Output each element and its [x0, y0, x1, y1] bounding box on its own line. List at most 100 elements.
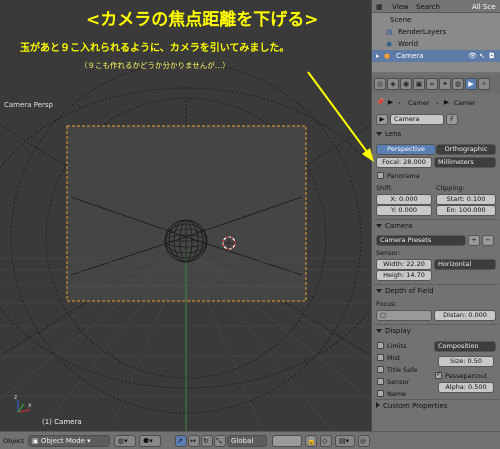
outliner-header: ▦ View Search All Sce — [372, 0, 500, 13]
title-safe-checkbox[interactable] — [377, 366, 384, 373]
mist-label: Mist — [387, 354, 401, 362]
sensor-width-field[interactable]: Width: 22.20 — [376, 259, 432, 270]
title-safe-label: Title Safe — [387, 366, 418, 374]
focus-object-field[interactable]: ▢ — [376, 310, 432, 321]
orthographic-toggle[interactable]: Orthographic — [436, 144, 496, 155]
collapse-triangle-icon — [376, 289, 382, 293]
limits-label: Limits — [387, 342, 407, 350]
display-section-header[interactable]: Display — [374, 327, 499, 338]
dof-section-header[interactable]: Depth of Field — [374, 287, 499, 298]
passepartout-checkbox[interactable] — [435, 370, 442, 379]
lens-units-dropdown[interactable]: Millimeters — [434, 157, 496, 168]
outliner-row-renderlayers[interactable]: ▤ RenderLayers — [372, 26, 500, 38]
passepartout-alpha-field[interactable]: Alpha: 0.500 — [438, 382, 494, 393]
orientation-dropdown[interactable]: Global — [227, 435, 267, 447]
view3d-header: Object ▣ Object Mode ▾ ◍▾ ⚈▾ ↗ ↔ ↻ ⤡ Glo… — [0, 431, 500, 449]
viewport-title: Camera Persp — [4, 101, 53, 109]
properties-panel: ▦ View Search All Sce Scene ▤ RenderLaye… — [371, 0, 500, 431]
render-camera-icon[interactable]: ◘ — [489, 52, 495, 60]
sensor-label: Sensor: — [376, 249, 401, 257]
divider — [374, 219, 499, 220]
clipping-label: Clipping: — [436, 184, 465, 192]
tab-render-icon[interactable]: ◎ — [374, 78, 386, 90]
panorama-label: Panorama — [387, 172, 420, 180]
focal-length-field[interactable]: Focal: 28.000 — [376, 157, 432, 168]
sensor-height-field[interactable]: Heigh: 14.70 — [376, 270, 432, 281]
divider — [374, 284, 499, 285]
focus-distance-field[interactable]: Distan: 0.000 — [434, 310, 496, 321]
divider — [374, 324, 499, 325]
limits-checkbox[interactable] — [377, 342, 384, 349]
sensor-checkbox[interactable] — [377, 378, 384, 385]
shift-label: Shift: — [376, 184, 393, 192]
camera-section-header[interactable]: Camera — [374, 222, 499, 233]
menu-view[interactable]: View — [392, 3, 409, 11]
breadcrumb-object-label[interactable]: Camer — [408, 99, 430, 107]
mode-cube-icon: ▣ — [32, 437, 41, 445]
sensor-fit-dropdown[interactable]: Horizontal — [434, 259, 496, 270]
focus-label: Focus: — [376, 300, 397, 308]
expand-triangle-icon — [376, 402, 380, 408]
pin-icon[interactable]: 📌 — [376, 98, 384, 106]
shading-dropdown[interactable]: ◍▾ — [114, 435, 136, 447]
rotate-icon[interactable]: ↻ — [201, 435, 213, 447]
name-checkbox[interactable] — [377, 390, 384, 397]
camera-presets-dropdown[interactable]: Camera Presets — [376, 235, 466, 246]
custom-properties-header[interactable]: Custom Properties — [374, 402, 499, 413]
breadcrumb-data-label[interactable]: Camer — [454, 99, 476, 107]
outliner-row-world[interactable]: ◉ World — [372, 38, 500, 50]
datablock-browse-icon[interactable]: ▶ — [376, 114, 388, 125]
tab-constraints-icon[interactable]: ∞ — [426, 78, 438, 90]
snap-element-dropdown[interactable]: ▤▾ — [335, 435, 355, 447]
tab-modifiers-icon[interactable]: ✦ — [439, 78, 451, 90]
layers-grid[interactable] — [272, 435, 302, 447]
object-menu[interactable]: Object — [3, 437, 24, 445]
tab-object-icon[interactable]: ▣ — [413, 78, 425, 90]
tab-physics-icon[interactable]: ◍ — [452, 78, 464, 90]
tab-camera-data-icon[interactable]: ▶ — [465, 78, 477, 90]
menu-search[interactable]: Search — [416, 3, 440, 11]
passepartout-label: Passepartout — [445, 372, 488, 380]
perspective-toggle[interactable]: Perspective — [376, 144, 436, 155]
outliner: ▦ View Search All Sce Scene ▤ RenderLaye… — [372, 0, 500, 72]
remove-preset-icon[interactable]: − — [482, 235, 494, 246]
snap-magnet-icon[interactable]: ◇ — [320, 435, 332, 447]
panorama-checkbox[interactable] — [377, 172, 384, 179]
visibility-eye-icon[interactable]: 👁 — [468, 52, 477, 60]
tab-world-icon[interactable]: ◉ — [400, 78, 412, 90]
outliner-row-scene[interactable]: Scene — [372, 14, 500, 26]
select-arrow-icon[interactable]: ↖ — [479, 52, 485, 60]
add-preset-icon[interactable]: + — [468, 235, 480, 246]
scenes-dropdown[interactable]: All Sce — [472, 3, 496, 11]
translate-icon[interactable]: ↔ — [188, 435, 200, 447]
divider — [374, 399, 499, 400]
pivot-dropdown[interactable]: ⚈▾ — [139, 435, 161, 447]
clip-end-field[interactable]: En: 100.000 — [436, 205, 496, 216]
lock-icon[interactable]: 🔒 — [305, 435, 317, 447]
mist-checkbox[interactable] — [377, 354, 384, 361]
display-size-field[interactable]: Size: 0.50 — [438, 356, 494, 367]
tab-scene-icon[interactable]: ◈ — [387, 78, 399, 90]
svg-text:z: z — [14, 394, 17, 401]
annotation-line1: 玉があと９こ入れられるように、カメラを引いてみました。 — [20, 43, 290, 54]
tab-particles-icon[interactable]: ✧ — [478, 78, 490, 90]
composition-dropdown[interactable]: Composition — [434, 341, 496, 352]
manipulator-toggle-icon[interactable]: ↗ — [175, 435, 187, 447]
outliner-row-label: Scene — [390, 16, 412, 24]
outliner-row-label: World — [398, 40, 419, 48]
mode-dropdown[interactable]: ▣ Object Mode ▾ — [28, 435, 110, 447]
shift-y-field[interactable]: Y: 0.000 — [376, 205, 432, 216]
sensor-display-label: Sensor — [387, 378, 410, 386]
scale-icon[interactable]: ⤡ — [214, 435, 226, 447]
viewport-status: (1) Camera — [42, 418, 82, 426]
outliner-row-camera[interactable]: ▸ ● Camera 👁 ↖ ◘ — [372, 50, 500, 62]
datablock-name-field[interactable]: Camera — [390, 114, 444, 125]
shift-x-field[interactable]: X: 0.000 — [376, 194, 432, 205]
fake-user-button[interactable]: F — [446, 114, 458, 125]
render-icon[interactable]: ◎ — [358, 435, 370, 447]
outliner-editor-icon[interactable]: ▦ — [376, 3, 383, 11]
expand-icon[interactable]: ▸ — [376, 52, 380, 60]
lens-section-header[interactable]: Lens — [374, 130, 499, 141]
clip-start-field[interactable]: Start: 0.100 — [436, 194, 496, 205]
camera-object-icon: ● — [384, 52, 391, 60]
